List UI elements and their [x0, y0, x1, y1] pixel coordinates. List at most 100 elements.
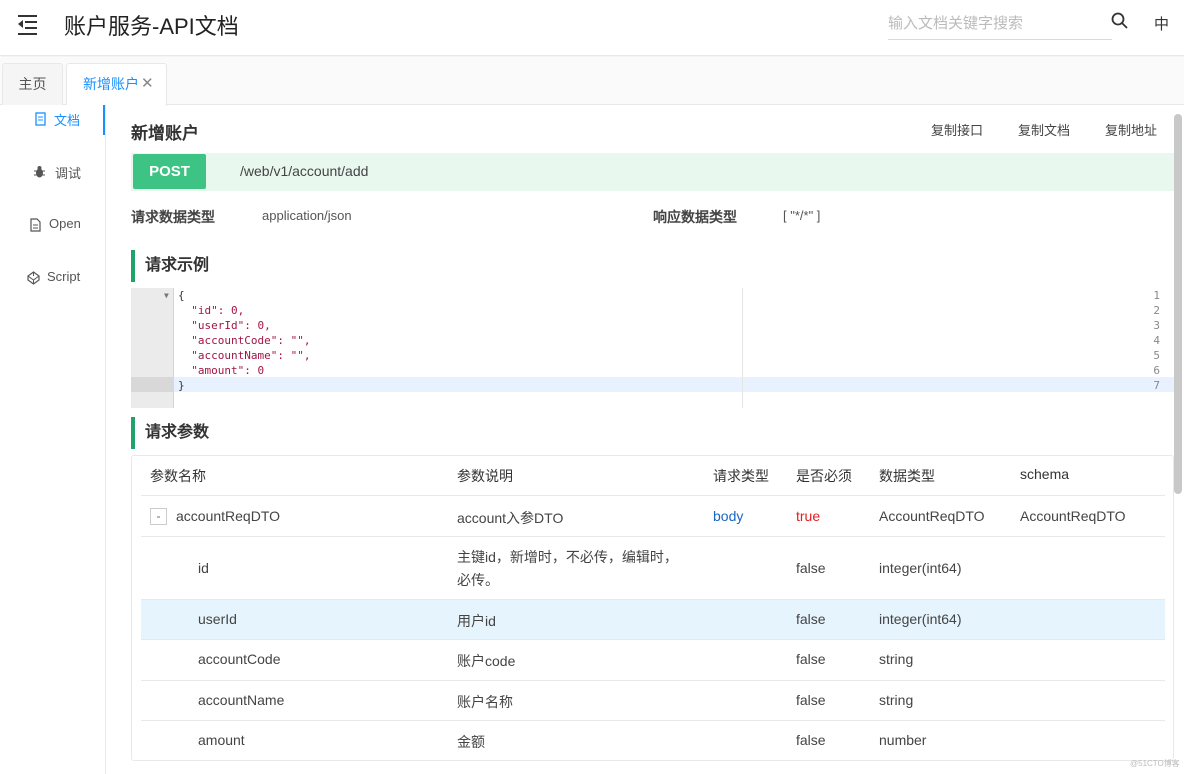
column-header: 参数名称 [150, 468, 206, 484]
code-line: "userId": 0, [178, 319, 271, 332]
fold-arrow-icon[interactable]: ▼ [164, 291, 169, 300]
param-type: string [879, 692, 914, 708]
param-type: integer(int64) [879, 560, 962, 576]
column-header: schema [1020, 466, 1070, 482]
nav-label: Script [47, 269, 81, 284]
example-section-title: 请求示例 [131, 250, 209, 282]
table-row[interactable]: id 主键id，新增时，不必传，编辑时， 必传。 false integer(i… [141, 536, 1165, 599]
code-line: { [178, 289, 185, 302]
page-title: 新增账户 [131, 124, 199, 143]
param-desc: 用户id [457, 613, 496, 629]
param-name: amount [198, 732, 245, 748]
params-section-title: 请求参数 [131, 417, 209, 449]
response-type-label: 响应数据类型 [653, 209, 737, 225]
table-row[interactable]: accountName 账户名称 false string [141, 680, 1165, 720]
line-number: 3 [1153, 319, 1160, 332]
param-desc: 主键id，新增时，不必传，编辑时， [457, 549, 678, 565]
line-number: 5 [1153, 349, 1160, 362]
nav-label: Open [49, 216, 81, 231]
search-input[interactable] [888, 8, 1112, 39]
search-icon[interactable] [1111, 12, 1129, 30]
bug-icon [33, 165, 46, 179]
column-header: 参数说明 [457, 468, 513, 484]
table-row[interactable]: userId 用户id false integer(int64) [141, 599, 1165, 639]
param-name: accountCode [198, 651, 281, 667]
param-desc: 账户名称 [457, 694, 513, 710]
document-icon [34, 112, 47, 126]
param-desc: account入参DTO [457, 510, 564, 526]
request-type-value: application/json [262, 208, 352, 223]
code-line: } [178, 379, 185, 392]
request-type-label: 请求数据类型 [131, 209, 215, 225]
app-title: 账户服务-API文档 [64, 14, 239, 39]
line-number: 7 [1153, 379, 1160, 392]
tab-bar: 主页 新增账户 ✕ [0, 57, 1184, 106]
copy-doc-button[interactable]: 复制文档 [1018, 120, 1070, 139]
nav-item-script[interactable]: Script [0, 264, 105, 294]
doc-content: 新增账户 复制接口 复制文档 复制地址 POST /web/v1/account… [106, 105, 1184, 774]
line-number: 6 [1153, 364, 1160, 377]
param-in: body [713, 508, 744, 524]
endpoint-bar: POST /web/v1/account/add [131, 153, 1174, 191]
code-line: "accountCode": "", [178, 334, 311, 347]
param-schema: AccountReqDTO [1020, 508, 1126, 524]
param-required: false [796, 692, 826, 708]
column-header: 是否必须 [796, 468, 852, 484]
menu-fold-icon[interactable] [14, 12, 42, 36]
request-example-editor[interactable]: 1 ▼ 2 3 4 5 6 7 { "id": 0, "userId": 0, … [131, 288, 1174, 408]
param-required: true [796, 508, 821, 524]
param-type: string [879, 651, 914, 667]
nav-item-docs[interactable]: 文档 [0, 105, 105, 135]
search-box [888, 8, 1112, 40]
param-name: userId [198, 611, 237, 627]
response-type-value: [ "*/*" ] [783, 208, 821, 223]
param-type: AccountReqDTO [879, 508, 985, 524]
tab-add-account[interactable]: 新增账户 ✕ [66, 63, 167, 106]
codepen-icon [27, 271, 40, 285]
nav-item-debug[interactable]: 调试 [0, 158, 105, 188]
active-line [131, 377, 1174, 392]
collapse-button[interactable]: - [150, 508, 167, 525]
method-badge: POST [133, 154, 206, 189]
param-desc: 必传。 [457, 572, 499, 588]
param-desc: 金额 [457, 734, 485, 750]
line-number: 1 [1153, 289, 1160, 302]
nav-label: 文档 [54, 113, 81, 128]
param-required: false [796, 651, 826, 667]
copy-api-button[interactable]: 复制接口 [931, 120, 983, 139]
param-desc: 账户code [457, 653, 516, 669]
line-number: 2 [1153, 304, 1160, 317]
active-gutter [131, 377, 174, 392]
param-required: false [796, 560, 826, 576]
param-required: false [796, 611, 826, 627]
top-header: 账户服务-API文档 中 [0, 0, 1184, 56]
code-line: "id": 0, [178, 304, 245, 317]
param-type: number [879, 732, 927, 748]
code-line: "accountName": "", [178, 349, 311, 362]
endpoint-path: /web/v1/account/add [240, 163, 369, 179]
table-row[interactable]: accountCode 账户code false string [141, 639, 1165, 680]
params-table: 参数名称 参数说明 请求类型 是否必须 数据类型 schema - accoun… [131, 455, 1174, 761]
param-required: false [796, 732, 826, 748]
code-line: "amount": 0 [178, 364, 265, 377]
table-row[interactable]: - accountReqDTO account入参DTO body true A… [141, 495, 1165, 536]
param-name: accountName [198, 692, 285, 708]
nav-label: 调试 [55, 166, 82, 181]
column-header: 数据类型 [879, 468, 935, 484]
vertical-scrollbar[interactable] [1174, 114, 1182, 494]
side-nav: 文档 调试 Open Script [0, 105, 106, 774]
print-margin [742, 288, 743, 408]
close-icon[interactable]: ✕ [141, 64, 154, 104]
line-number: 4 [1153, 334, 1160, 347]
tab-home[interactable]: 主页 [2, 63, 63, 105]
file-icon [29, 218, 42, 232]
language-switch[interactable]: 中 [1154, 13, 1169, 34]
table-row[interactable]: amount 金额 false number [141, 720, 1165, 760]
tab-label: 新增账户 [83, 76, 139, 92]
watermark: @51CTO博客 [1130, 759, 1180, 768]
nav-item-open[interactable]: Open [0, 211, 105, 241]
column-header: 请求类型 [713, 468, 769, 484]
param-type: integer(int64) [879, 611, 962, 627]
copy-address-button[interactable]: 复制地址 [1105, 120, 1157, 139]
param-name: id [198, 560, 209, 576]
